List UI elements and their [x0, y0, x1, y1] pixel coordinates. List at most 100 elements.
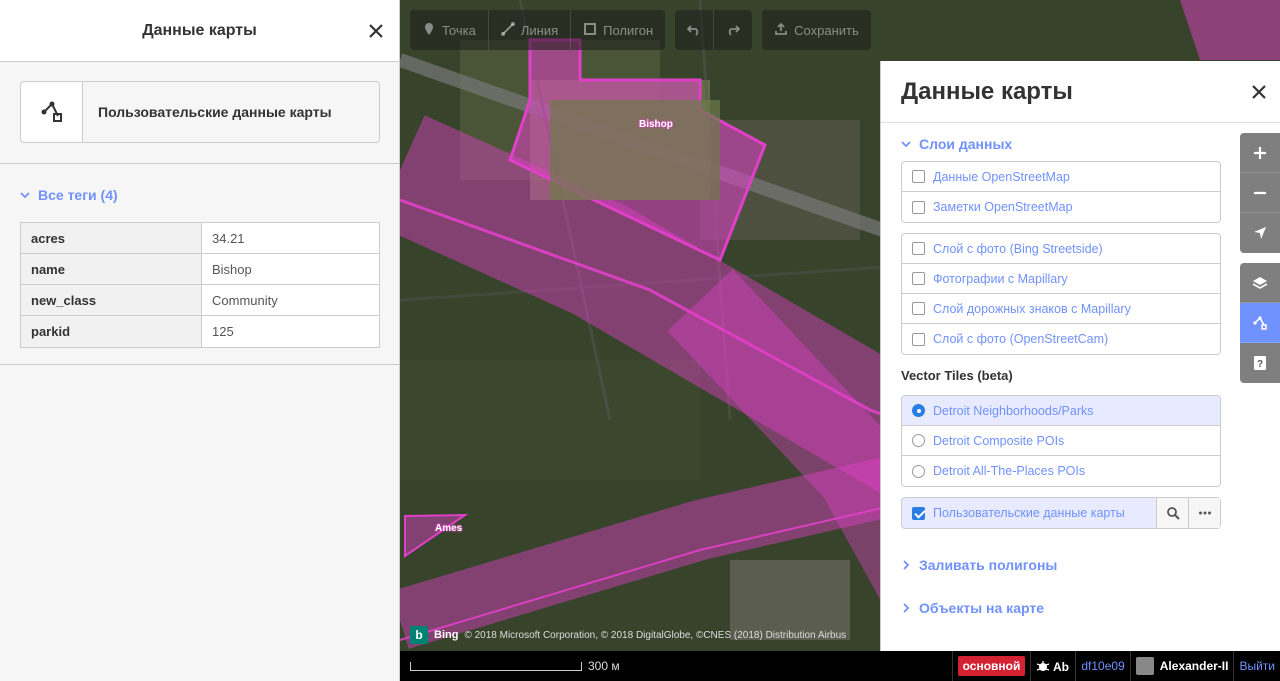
tag-row: acres 34.21 — [21, 223, 379, 254]
layer-label: Слой с фото (OpenStreetCam) — [933, 332, 1109, 346]
data-layers-toggle[interactable]: Слои данных — [901, 136, 1012, 152]
user-link[interactable]: Alexander-II — [1135, 657, 1228, 675]
custom-data-card[interactable]: Пользовательские данные карты — [20, 81, 380, 143]
layer-mapillary-photos[interactable]: Фотографии с Mapillary — [902, 264, 1220, 294]
checkbox[interactable] — [912, 272, 925, 285]
tag-key[interactable]: acres — [21, 223, 202, 253]
add-line-label: Линия — [520, 22, 559, 38]
point-icon — [422, 22, 436, 39]
save-tools: Сохранить — [762, 10, 871, 50]
tag-key[interactable]: name — [21, 254, 202, 284]
add-area-button[interactable]: Полигон — [571, 10, 665, 50]
fill-polygons-toggle[interactable]: Заливать полигоны — [901, 557, 1057, 573]
zoom-to-data-button[interactable] — [1156, 498, 1188, 528]
panel-close-button[interactable] — [1246, 79, 1272, 105]
sidebar-title: Данные карты — [142, 21, 257, 39]
bing-label: Bing — [434, 629, 459, 641]
svg-text:Аb: Аb — [1053, 660, 1069, 674]
undo-button[interactable] — [675, 10, 715, 50]
tag-value[interactable]: 125 — [202, 316, 379, 347]
radio-button[interactable] — [912, 464, 925, 478]
checkbox[interactable] — [912, 170, 925, 183]
tag-value[interactable]: Community — [202, 285, 379, 315]
checkbox[interactable] — [912, 200, 925, 214]
vector-tiles-label: Vector Tiles (beta) — [901, 368, 1013, 383]
draw-tools: Точка Линия Полигон — [410, 10, 666, 50]
layer-label: Фотографии с Mapillary — [933, 271, 1068, 286]
checkbox[interactable] — [912, 302, 925, 315]
plus-icon — [1254, 146, 1266, 159]
custom-data-label: Пользовательские данные карты — [98, 104, 332, 120]
map-data-pane-button[interactable] — [1240, 303, 1280, 343]
feature-sidebar: Данные карты Пользовательские данные кар… — [0, 0, 400, 681]
environment-badge: основной — [957, 656, 1026, 676]
help-icon: ? — [1254, 356, 1266, 370]
svg-text:?: ? — [1257, 359, 1263, 370]
add-area-label: Полигон — [603, 22, 654, 38]
redo-icon — [726, 22, 741, 39]
layer-label: Данные OpenStreetMap — [933, 169, 1070, 184]
panel-controls: ? — [1240, 263, 1280, 383]
map-data-panel: Данные карты Слои данных Данные OpenStre… — [880, 61, 1280, 651]
vector-tile-label: Detroit All-The-Places POIs — [933, 464, 1086, 478]
sidebar-close-button[interactable] — [363, 18, 389, 44]
layer-bing-streetside[interactable]: Слой с фото (Bing Streetside) — [902, 234, 1220, 264]
bing-logo: b — [410, 626, 428, 644]
scale-bar[interactable]: 300 м — [410, 659, 620, 673]
ellipsis-icon — [1198, 511, 1211, 515]
divider — [0, 163, 400, 164]
add-point-button[interactable]: Точка — [410, 10, 489, 50]
tag-key[interactable]: parkid — [21, 316, 202, 347]
chevron-right-icon — [901, 601, 911, 616]
zoom-controls — [1240, 133, 1280, 253]
layer-openstreetcam[interactable]: Слой с фото (OpenStreetCam) — [902, 324, 1220, 354]
radio-button[interactable] — [912, 404, 925, 417]
logout-link[interactable]: Выйти — [1239, 659, 1275, 673]
chevron-down-icon — [901, 137, 911, 152]
tag-table: acres 34.21 name Bishop new_class Commun… — [20, 222, 380, 348]
vector-tile-all-places[interactable]: Detroit All-The-Places POIs — [902, 456, 1220, 486]
layer-mapillary-signs[interactable]: Слой дорожных знаков с Mapillary — [902, 294, 1220, 324]
add-line-button[interactable]: Линия — [489, 10, 572, 50]
all-tags-toggle[interactable]: Все теги (4) — [20, 187, 118, 203]
redo-button[interactable] — [714, 10, 752, 50]
upload-icon — [774, 22, 788, 39]
bug-translate-icon[interactable]: Аb — [1036, 658, 1070, 674]
vector-tile-composite-pois[interactable]: Detroit Composite POIs — [902, 426, 1220, 456]
scale-label: 300 м — [588, 659, 620, 673]
avatar — [1135, 657, 1154, 675]
line-icon — [500, 21, 515, 39]
data-layers-label: Слои данных — [919, 136, 1013, 152]
layer-label: Заметки OpenStreetMap — [933, 200, 1073, 214]
zoom-in-button[interactable] — [1240, 133, 1280, 173]
data-icon — [21, 82, 83, 142]
sidebar-header: Данные карты — [0, 0, 399, 62]
checkbox[interactable] — [912, 332, 925, 346]
custom-data-toggle[interactable]: Пользовательские данные карты — [902, 498, 1156, 528]
help-pane-button[interactable]: ? — [1240, 343, 1280, 383]
geolocate-button[interactable] — [1240, 213, 1280, 253]
footer-info: основной Аb df10e09 Alexander-II Выйти — [951, 651, 1280, 681]
layer-label: Слой дорожных знаков с Mapillary — [933, 301, 1131, 316]
save-button[interactable]: Сохранить — [762, 10, 871, 50]
version-link[interactable]: df10e09 — [1081, 659, 1124, 673]
radio-button[interactable] — [912, 434, 925, 447]
map-features-toggle[interactable]: Объекты на карте — [901, 600, 1044, 616]
checkbox[interactable] — [912, 242, 925, 255]
layer-osm-notes[interactable]: Заметки OpenStreetMap — [902, 192, 1220, 222]
tag-value[interactable]: 34.21 — [202, 223, 379, 253]
vector-tile-neighborhoods[interactable]: Detroit Neighborhoods/Parks — [902, 396, 1220, 426]
tag-value[interactable]: Bishop — [202, 254, 379, 284]
checkbox-checked[interactable] — [912, 506, 925, 520]
save-label: Сохранить — [794, 22, 859, 38]
vector-tiles-list: Detroit Neighborhoods/Parks Detroit Comp… — [901, 395, 1221, 487]
background-pane-button[interactable] — [1240, 263, 1280, 303]
layer-osm-data[interactable]: Данные OpenStreetMap — [902, 162, 1220, 192]
tag-key[interactable]: new_class — [21, 285, 202, 315]
all-tags-label: Все теги (4) — [38, 187, 118, 203]
vector-tile-label: Detroit Composite POIs — [933, 433, 1065, 448]
more-options-button[interactable] — [1188, 498, 1220, 528]
map-label-ames: Ames — [435, 523, 463, 534]
polygon-icon — [583, 22, 597, 39]
zoom-out-button[interactable] — [1240, 173, 1280, 213]
